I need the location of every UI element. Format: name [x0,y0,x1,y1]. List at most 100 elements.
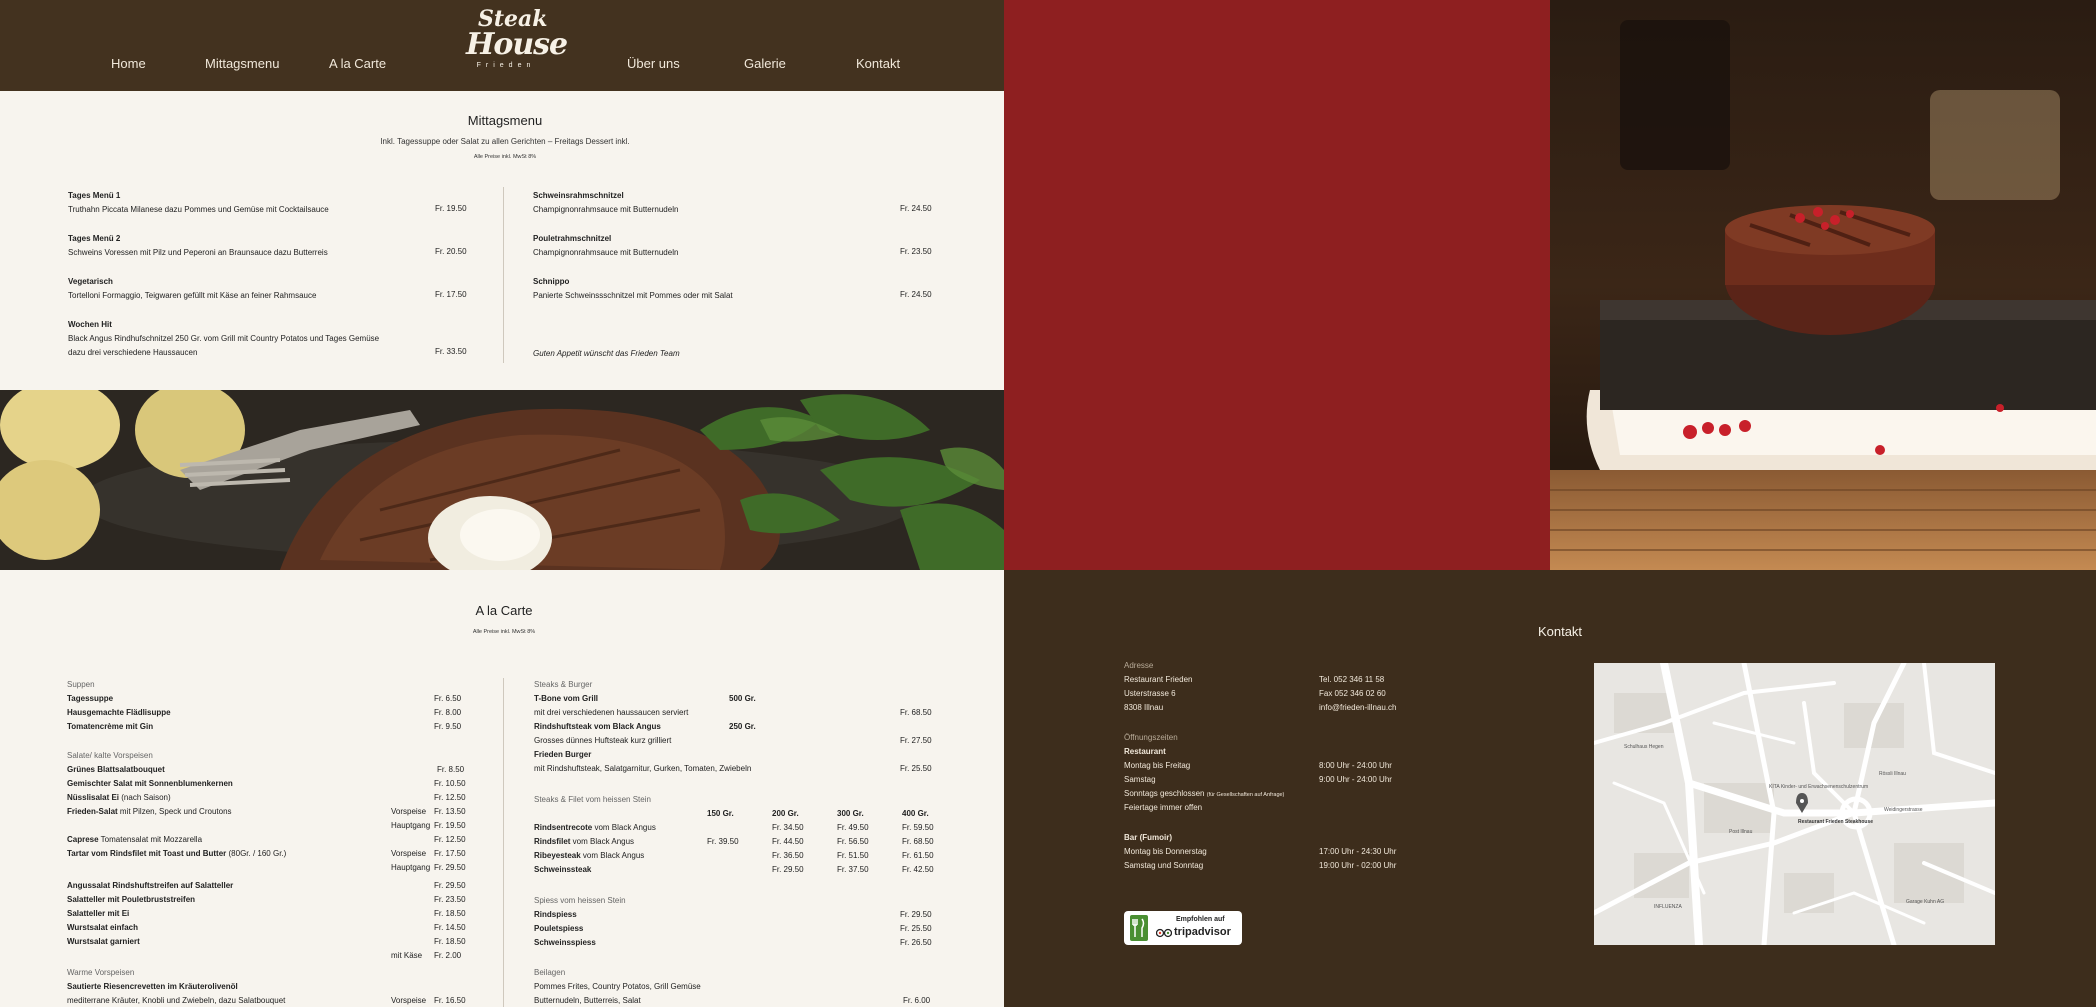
a-la-carte-divider [503,678,504,1007]
menu-item-price: Fr. 27.50 [900,736,932,745]
address-line: 8308 Illnau [1124,703,1164,712]
menu-item-extra: mit Pilzen, Speck und Croutons [117,807,232,816]
weight-header: 200 Gr. [772,809,799,818]
lunch-item: Tages Menü 2 Schweins Voressen mit Pilz … [68,232,328,260]
email-link[interactable]: info@frieden-illnau.ch [1319,703,1397,712]
menu-item-price: Fr. 25.50 [900,924,932,933]
restaurant-label: Restaurant [1124,747,1166,756]
a-la-carte-vat-note: Alle Preise inkl. MwSt 8% [472,629,536,635]
location-map[interactable]: Schulhaus Hegen KITA Kinder- und Erwachs… [1594,663,1995,945]
hours-time: 9:00 Uhr - 24:00 Uhr [1319,775,1392,784]
menu-item: Ribeyesteak vom Black Angus [534,851,644,860]
menu-item-name: Gemischter Salat mit Sonnenblumenkernen [67,779,233,788]
menu-item-extra: vom Black Angus [570,837,635,846]
menu-item-name: Grünes Blattsalatbouquet [67,765,165,774]
menu-item: Nüsslisalat Ei (nach Saison) [67,793,171,802]
nav-kontakt[interactable]: Kontakt [856,56,900,71]
menu-item: Frieden-Salat mit Pilzen, Speck und Crou… [67,807,232,816]
map-label-kita: KITA Kinder- und Erwachsenenschulzentrum [1769,784,1868,790]
lunch-item: Pouletrahmschnitzel Champignonrahmsauce … [533,232,678,260]
menu-item-price: Fr. 14.50 [434,923,466,932]
nav-galerie[interactable]: Galerie [744,56,786,71]
closed-text: Sonntags geschlossen [1124,789,1205,798]
hours-day: Montag bis Freitag [1124,761,1191,770]
menu-item-portion: Vorspeise [391,807,427,816]
lunch-item-name: Pouletrahmschnitzel [533,234,612,243]
menu-item-name: Caprese [67,835,99,844]
lunch-item-price: Fr. 20.50 [435,247,467,256]
lunch-item-price: Fr. 33.50 [435,347,467,356]
bar-label: Bar (Fumoir) [1124,833,1172,842]
menu-item-price: Fr. 56.50 [837,837,869,846]
cutlery-icon [1130,915,1148,941]
lunch-item-price: Fr. 24.50 [900,204,932,213]
menu-item-name: Rindspiess [534,910,577,919]
menu-item-extra: vom Black Angus [592,823,656,832]
menu-item-price: Fr. 2.00 [434,951,462,960]
hours-label: Öffnungszeiten [1124,733,1178,742]
menu-item-extra: (80Gr. / 160 Gr.) [226,849,287,858]
menu-item-name: Tomatencrème mit Gin [67,722,154,731]
menu-item-weight: 250 Gr. [729,722,756,731]
lunch-item-desc: Truthahn Piccata Milanese dazu Pommes un… [68,205,329,214]
logo-line-2: House [466,27,568,62]
hours-time: 8:00 Uhr - 24:00 Uhr [1319,761,1392,770]
category-beilagen: Beilagen [534,968,566,977]
menu-item-name: T-Bone vom Grill [534,694,599,703]
menu-item-price: Fr. 29.50 [772,865,804,874]
menu-item-price: Fr. 37.50 [837,865,869,874]
menu-item-name: Nüsslisalat Ei [67,793,120,802]
menu-item-price: Fr. 12.50 [434,835,466,844]
tripadvisor-badge[interactable]: Empfohlen auf tripadvisor [1124,911,1242,945]
closed-note: Sonntags geschlossen (für Gesellschaften… [1124,789,1284,798]
closed-subnote: (für Gesellschaften auf Anfrage) [1206,792,1285,798]
nav-home[interactable]: Home [111,56,146,71]
menu-item-price: Fr. 8.50 [437,765,465,774]
menu-item-price: Fr. 10.50 [434,779,466,788]
tripadvisor-line-1: Empfohlen auf [1176,916,1225,923]
menu-item-portion: Hauptgang [391,863,431,872]
tripadvisor-line-2: tripadvisor [1174,926,1231,938]
address-line: Restaurant Frieden [1124,675,1193,684]
menu-item: Caprese Tomatensalat mit Mozzarella [67,835,202,844]
mittagsmenu-vat-note: Alle Preise inkl. MwSt 8% [473,154,537,160]
menu-item-desc: Butternudeln, Butterreis, Salat [534,996,641,1005]
menu-item-name: Angussalat Rindshuftstreifen auf Salatte… [67,881,234,890]
menu-item-portion: mit Käse [391,951,423,960]
category-salate: Salate/ kalte Vorspeisen [67,751,153,760]
hours-time: 19:00 Uhr - 02:00 Uhr [1319,861,1397,870]
mittagsmenu-section: Mittagsmenu Inkl. Tagessuppe oder Salat … [0,91,1004,390]
menu-item-name: Schweinssteak [534,865,592,874]
steak-on-stone-photo [1550,0,2096,570]
menu-item-price: Fr. 9.50 [434,722,462,731]
menu-item-desc: Grosses dünnes Huftsteak kurz grilliert [534,736,672,745]
category-suppen: Suppen [67,680,95,689]
menu-item-extra: (nach Saison) [121,793,171,802]
menu-item-portion: Vorspeise [391,996,427,1005]
menu-item-price: Fr. 17.50 [434,849,466,858]
menu-item-price: Fr. 12.50 [434,793,466,802]
phone-number[interactable]: Tel. 052 346 11 58 [1319,675,1384,684]
nav-ueber-uns[interactable]: Über uns [627,56,680,71]
lunch-item-name: Schnippo [533,277,570,286]
adresse-label: Adresse [1124,661,1154,670]
nav-mittagsmenu[interactable]: Mittagsmenu [205,56,279,71]
lunch-item-price: Fr. 17.50 [435,290,467,299]
site-logo[interactable]: Steak House Frieden [466,8,568,80]
menu-item-desc: Pommes Frites, Country Potatos, Grill Ge… [534,982,701,991]
a-la-carte-title: A la Carte [475,603,533,618]
map-label-school: Schulhaus Hegen [1624,744,1664,750]
nav-a-la-carte[interactable]: A la Carte [329,56,386,71]
hours-day: Samstag und Sonntag [1124,861,1204,870]
map-label-restaurant: Restaurant Frieden Steakhouse [1798,819,1873,825]
menu-item-name: Rindsfilet [534,837,571,846]
a-la-carte-section: A la Carte Alle Preise inkl. MwSt 8% Sup… [0,570,1004,1007]
menu-item-price: Fr. 39.50 [707,837,739,846]
menu-item-price: Fr. 23.50 [434,895,466,904]
map-label-influenza: INFLUENZA [1654,904,1682,910]
menu-item-name: Pouletspiess [534,924,584,933]
lunch-item: Schnippo Panierte Schweinssschnitzel mit… [533,275,733,303]
menu-item-name: Rindshuftsteak vom Black Angus [534,722,661,731]
mittagsmenu-subtitle: Inkl. Tagessuppe oder Salat zu allen Ger… [380,137,630,146]
menu-item: Rindsfilet vom Black Angus [534,837,634,846]
